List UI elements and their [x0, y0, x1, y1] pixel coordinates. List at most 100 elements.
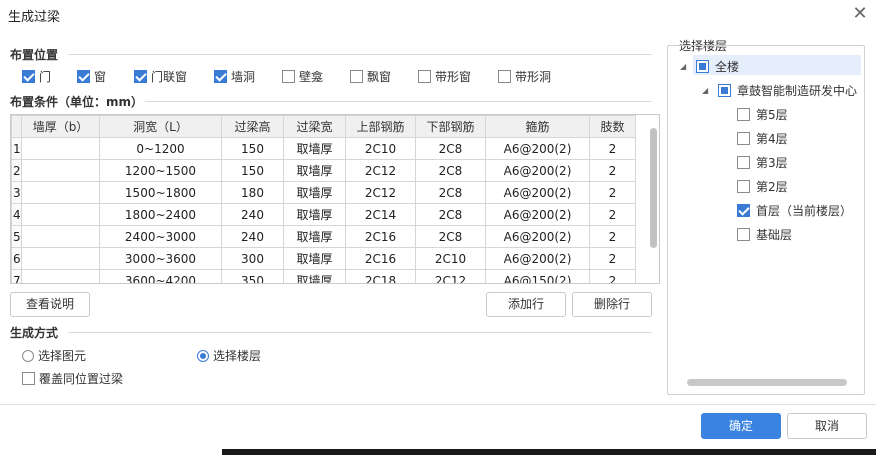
table-cell[interactable]: 3600~4200	[99, 269, 222, 283]
radio-select-floors[interactable]: 选择楼层	[197, 347, 261, 364]
column-header[interactable]: 箍筋	[485, 115, 590, 138]
checkbox[interactable]	[737, 132, 750, 145]
checkbox[interactable]	[77, 70, 90, 83]
table-cell[interactable]: 150	[221, 159, 284, 182]
close-icon[interactable]: ✕	[850, 4, 870, 24]
column-header[interactable]: 上部钢筋	[345, 115, 416, 138]
table-cell[interactable]: 2400~3000	[99, 225, 222, 248]
add-row-button[interactable]: 添加行	[486, 292, 566, 317]
table-row[interactable]: 2 1200~1500 150 取墙厚 2C12 2C8 A6@200(2) 2	[11, 159, 636, 182]
cancel-button[interactable]: 取消	[787, 413, 867, 439]
table-cell[interactable]: 取墙厚	[283, 225, 346, 248]
checkbox[interactable]	[737, 108, 750, 121]
table-cell[interactable]: 1500~1800	[99, 181, 222, 204]
table-cell[interactable]: A6@200(2)	[485, 225, 590, 248]
table-cell[interactable]: 2C14	[345, 203, 416, 226]
table-cell[interactable]: 1800~2400	[99, 203, 222, 226]
checkbox[interactable]	[282, 70, 295, 83]
delete-row-button[interactable]: 删除行	[572, 292, 652, 317]
tree-item-floor[interactable]: 第2层	[737, 178, 788, 195]
radio-button[interactable]	[197, 349, 209, 362]
table-row[interactable]: 4 1800~2400 240 取墙厚 2C14 2C8 A6@200(2) 2	[11, 203, 636, 226]
column-header[interactable]: 墙厚（b）	[21, 115, 100, 138]
ok-button[interactable]: 确定	[701, 413, 781, 439]
column-header[interactable]: 肢数	[589, 115, 636, 138]
table-cell[interactable]: 150	[221, 137, 284, 160]
table-cell[interactable]: 2C8	[415, 137, 486, 160]
option-bay-window[interactable]: 飘窗	[350, 68, 391, 85]
table-cell[interactable]: 2C8	[415, 159, 486, 182]
table-cell[interactable]: 2C10	[415, 247, 486, 270]
checkbox[interactable]	[350, 70, 363, 83]
table-cell[interactable]: 180	[221, 181, 284, 204]
checkbox[interactable]	[214, 70, 227, 83]
table-cell[interactable]: 2C16	[345, 225, 416, 248]
table-cell[interactable]	[21, 247, 100, 270]
tree-item-floor[interactable]: 首层（当前楼层）	[737, 202, 852, 219]
option-window[interactable]: 窗	[77, 68, 106, 85]
table-cell[interactable]: 2	[589, 225, 636, 248]
checkbox[interactable]	[737, 180, 750, 193]
checkbox[interactable]	[418, 70, 431, 83]
checkbox[interactable]	[22, 372, 35, 385]
option-strip-opening[interactable]: 带形洞	[498, 68, 551, 85]
table-cell[interactable]: 2	[589, 247, 636, 270]
table-cell[interactable]: 2	[589, 181, 636, 204]
option-niche[interactable]: 壁龛	[282, 68, 323, 85]
tree-item-floor[interactable]: 第3层	[737, 154, 788, 171]
table-cell[interactable]: A6@200(2)	[485, 159, 590, 182]
table-cell[interactable]: 2	[589, 137, 636, 160]
table-cell[interactable]: A6@200(2)	[485, 181, 590, 204]
table-cell[interactable]: 240	[221, 225, 284, 248]
checkbox[interactable]	[22, 70, 35, 83]
table-cell[interactable]: 2C12	[345, 181, 416, 204]
table-row[interactable]: 7 3600~4200 350 取墙厚 2C18 2C12 A6@150(2) 2	[11, 269, 636, 283]
table-cell[interactable]: 取墙厚	[283, 159, 346, 182]
table-cell[interactable]: 2C12	[345, 159, 416, 182]
table-row[interactable]: 1 0~1200 150 取墙厚 2C10 2C8 A6@200(2) 2	[11, 137, 636, 160]
table-cell[interactable]: 2C18	[345, 269, 416, 283]
table-cell[interactable]: 0~1200	[99, 137, 222, 160]
chevron-down-icon[interactable]: ◢	[680, 62, 690, 71]
radio-select-elements[interactable]: 选择图元	[22, 347, 86, 364]
tree-item-floor[interactable]: 基础层	[737, 226, 792, 243]
table-cell[interactable]: 350	[221, 269, 284, 283]
table-cell[interactable]: 2C8	[415, 203, 486, 226]
table-row[interactable]: 6 3000~3600 300 取墙厚 2C16 2C10 A6@200(2) 2	[11, 247, 636, 270]
tree-item-building[interactable]: ◢ 章鼓智能制造研发中心	[702, 82, 857, 99]
table-cell[interactable]: 3000~3600	[99, 247, 222, 270]
table-cell[interactable]	[21, 269, 100, 283]
checkbox[interactable]	[134, 70, 147, 83]
radio-button[interactable]	[22, 349, 34, 362]
table-cell[interactable]: 2C12	[415, 269, 486, 283]
checkbox[interactable]	[696, 60, 709, 73]
table-cell[interactable]: 2C10	[345, 137, 416, 160]
table-cell[interactable]	[21, 181, 100, 204]
table-cell[interactable]	[21, 137, 100, 160]
table-cell[interactable]: 300	[221, 247, 284, 270]
tree-item-floor[interactable]: 第5层	[737, 106, 788, 123]
table-cell[interactable]	[21, 159, 100, 182]
table-cell[interactable]	[21, 225, 100, 248]
table-cell[interactable]: 2C8	[415, 225, 486, 248]
table-cell[interactable]: 取墙厚	[283, 269, 346, 283]
column-header[interactable]: 过梁高	[221, 115, 284, 138]
column-header[interactable]: 过梁宽	[283, 115, 346, 138]
chevron-down-icon[interactable]: ◢	[702, 86, 712, 95]
tree-item-all[interactable]: ◢ 全楼	[680, 58, 739, 75]
table-cell[interactable]: A6@200(2)	[485, 203, 590, 226]
option-strip-window[interactable]: 带形窗	[418, 68, 471, 85]
checkbox[interactable]	[498, 70, 511, 83]
checkbox[interactable]	[737, 204, 750, 217]
column-header[interactable]: 下部钢筋	[415, 115, 486, 138]
checkbox[interactable]	[737, 156, 750, 169]
table-cell[interactable]	[21, 203, 100, 226]
table-cell[interactable]: 2	[589, 203, 636, 226]
table-cell[interactable]: A6@150(2)	[485, 269, 590, 283]
table-row[interactable]: 5 2400~3000 240 取墙厚 2C16 2C8 A6@200(2) 2	[11, 225, 636, 248]
table-scrollbar[interactable]	[650, 128, 657, 248]
table-cell[interactable]: 1200~1500	[99, 159, 222, 182]
table-cell[interactable]: 取墙厚	[283, 203, 346, 226]
option-wall-opening[interactable]: 墙洞	[214, 68, 255, 85]
table-cell[interactable]: 2	[589, 269, 636, 283]
